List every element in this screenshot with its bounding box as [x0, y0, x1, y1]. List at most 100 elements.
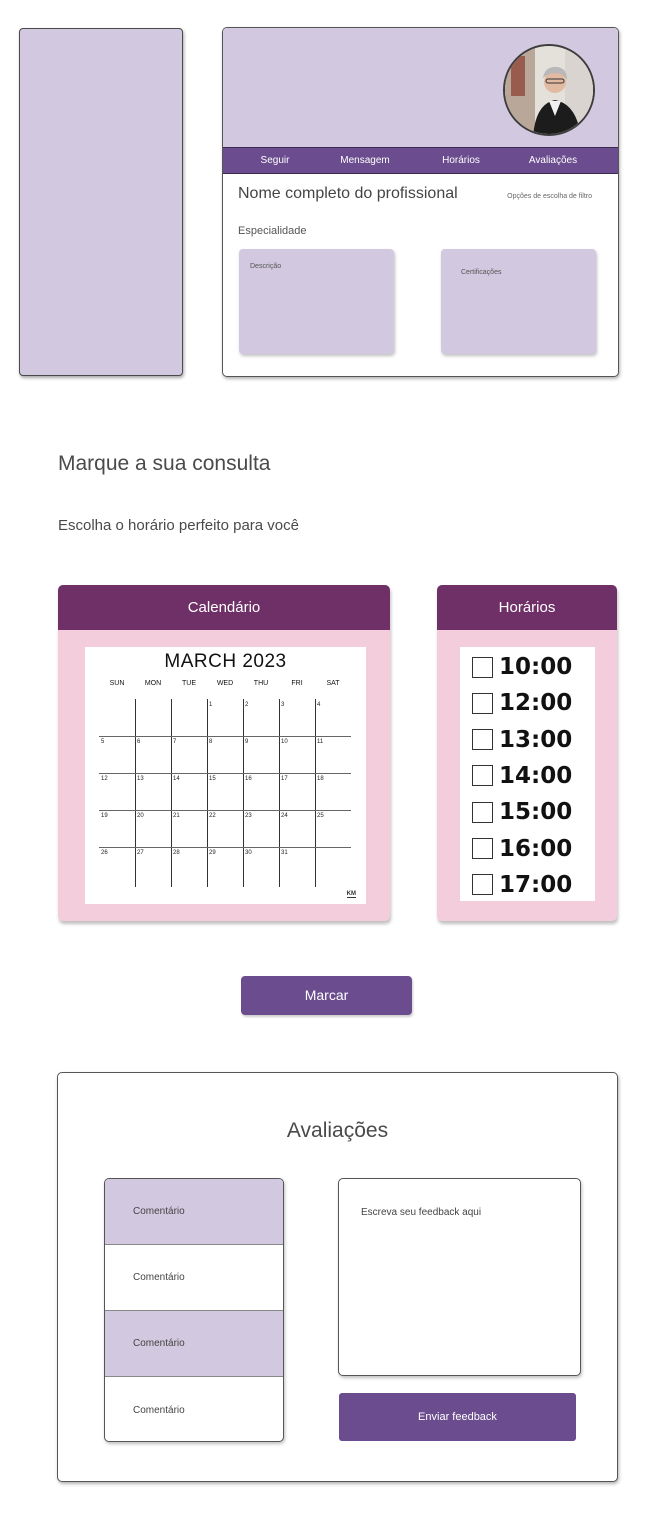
- calendar-weekday: FRI: [291, 680, 303, 687]
- comment-item[interactable]: Comentário: [105, 1179, 283, 1245]
- calendar-day[interactable]: 6: [137, 739, 140, 745]
- time-slot[interactable]: 12:00: [472, 685, 572, 721]
- nav-follow[interactable]: Seguir: [235, 148, 315, 174]
- calendar-day[interactable]: 14: [173, 776, 180, 782]
- calendar-day[interactable]: 8: [209, 739, 212, 745]
- calendar-weekday: SUN: [109, 680, 125, 687]
- calendar-grid: 1 2 3 4 5 6 7 8 9 10 11 12 13 14 15 16 17 18 19 20 21 22 23 24 2…: [99, 699, 351, 889]
- description-label: Descrição: [250, 263, 282, 270]
- calendar-day[interactable]: 15: [209, 776, 216, 782]
- calendar-day[interactable]: 29: [209, 850, 216, 856]
- time-slot-checkbox[interactable]: [472, 801, 493, 823]
- time-slot-checkbox[interactable]: [472, 765, 493, 787]
- professional-name: Nome completo do profissional: [238, 185, 458, 202]
- time-slot-checkbox[interactable]: [472, 692, 493, 714]
- calendar-day[interactable]: 13: [137, 776, 144, 782]
- nav-schedule[interactable]: Horários: [421, 148, 501, 174]
- calendar-day[interactable]: 21: [173, 813, 180, 819]
- calendar-day[interactable]: 20: [137, 813, 144, 819]
- calendar-day[interactable]: 12: [101, 776, 108, 782]
- time-slot[interactable]: 17:00: [472, 867, 572, 903]
- calendar-day[interactable]: 28: [173, 850, 180, 856]
- time-slot[interactable]: 16:00: [472, 831, 572, 867]
- calendar-column-line: [171, 699, 172, 887]
- comment-text: Comentário: [133, 1338, 185, 1349]
- calendar-day[interactable]: 22: [209, 813, 216, 819]
- reviews-title: Avaliações: [286, 1119, 389, 1142]
- calendar-day[interactable]: 23: [245, 813, 252, 819]
- booking-subtitle: Escolha o horário perfeito para você: [58, 517, 299, 534]
- time-slot[interactable]: 14:00: [472, 758, 572, 794]
- comment-item[interactable]: Comentário: [105, 1245, 283, 1311]
- calendar-day[interactable]: 26: [101, 850, 108, 856]
- calendar-weekday: WED: [216, 680, 234, 687]
- calendar-weekday: THU: [253, 680, 269, 687]
- time-slot-checkbox[interactable]: [472, 874, 493, 896]
- time-slot-label: 13:00: [499, 726, 573, 753]
- calendar-day[interactable]: 30: [245, 850, 252, 856]
- certifications-card: Certificações: [441, 249, 596, 354]
- calendar-row-line: [99, 736, 351, 737]
- time-slot[interactable]: 15:00: [472, 794, 572, 830]
- filter-options[interactable]: Opções de escolha de filtro: [507, 193, 592, 200]
- nav-message[interactable]: Mensagem: [325, 148, 405, 174]
- calendar-logo: KM: [346, 891, 356, 898]
- comment-item[interactable]: Comentário: [105, 1311, 283, 1377]
- calendar-day[interactable]: 19: [101, 813, 108, 819]
- calendar-panel: Calendário MARCH 2023 SUN MON TUE WED THU FRI…: [58, 585, 390, 921]
- calendar-month-title: MARCH 2023: [164, 651, 287, 672]
- avatar[interactable]: [503, 44, 595, 136]
- time-slot-checkbox[interactable]: [472, 656, 493, 678]
- time-slot-label: 17:00: [499, 871, 573, 898]
- calendar-day[interactable]: 18: [317, 776, 324, 782]
- time-slot[interactable]: 10:00: [472, 649, 572, 685]
- profile-nav: Seguir Mensagem Horários Avaliações: [223, 147, 618, 174]
- calendar-column-line: [207, 699, 208, 887]
- calendar-day[interactable]: 17: [281, 776, 288, 782]
- calendar-day[interactable]: 27: [137, 850, 144, 856]
- professional-portrait-icon: [505, 46, 593, 134]
- comment-text: Comentário: [133, 1206, 185, 1217]
- profile-card: Seguir Mensagem Horários Avaliações Nome…: [222, 27, 619, 377]
- certifications-label: Certificações: [461, 269, 502, 276]
- comment-text: Comentário: [133, 1272, 185, 1283]
- times-header: Horários: [437, 585, 617, 630]
- time-slot[interactable]: 13:00: [472, 722, 572, 758]
- calendar-day[interactable]: 3: [281, 702, 284, 708]
- calendar-column-line: [279, 699, 280, 887]
- calendar-day[interactable]: 9: [245, 739, 248, 745]
- calendar-day[interactable]: 2: [245, 702, 248, 708]
- calendar-row-line: [99, 810, 351, 811]
- calendar-day[interactable]: 16: [245, 776, 252, 782]
- calendar-header: Calendário: [58, 585, 390, 630]
- feedback-input[interactable]: Escreva seu feedback aqui: [338, 1178, 581, 1376]
- calendar-day[interactable]: 1: [209, 702, 212, 708]
- description-card: Descrição: [239, 249, 394, 354]
- comment-item[interactable]: Comentário: [105, 1377, 283, 1441]
- calendar-day[interactable]: 11: [317, 739, 323, 745]
- calendar-column-line: [315, 699, 316, 887]
- nav-reviews[interactable]: Avaliações: [513, 148, 593, 174]
- calendar-day[interactable]: 5: [101, 739, 104, 745]
- calendar-column-line: [243, 699, 244, 887]
- time-slot-label: 14:00: [499, 762, 573, 789]
- comment-text: Comentário: [133, 1404, 185, 1416]
- time-slot-checkbox[interactable]: [472, 729, 493, 751]
- time-slot-label: 10:00: [499, 654, 573, 680]
- calendar-row-line: [99, 847, 351, 848]
- send-feedback-button[interactable]: Enviar feedback: [339, 1393, 576, 1441]
- time-slot-label: 16:00: [499, 835, 573, 862]
- calendar-weekday: TUE: [182, 680, 196, 687]
- calendar-day[interactable]: 4: [317, 702, 320, 708]
- calendar-day[interactable]: 24: [281, 813, 288, 819]
- time-slot-label: 15:00: [499, 799, 573, 826]
- time-slot-checkbox[interactable]: [472, 838, 493, 859]
- times-panel: Horários 10:00 12:00 13:00 14:00 15:00 16:00 1…: [437, 585, 617, 921]
- comments-list: Comentário Comentário Comentário Comentá…: [104, 1178, 284, 1442]
- calendar-day[interactable]: 10: [281, 739, 288, 745]
- calendar-day[interactable]: 7: [173, 739, 176, 745]
- calendar-day[interactable]: 31: [281, 850, 288, 856]
- book-button[interactable]: Marcar: [241, 976, 412, 1015]
- calendar-day[interactable]: 25: [317, 813, 324, 819]
- calendar-sheet: MARCH 2023 SUN MON TUE WED THU FRI SAT 1234567…: [85, 647, 366, 904]
